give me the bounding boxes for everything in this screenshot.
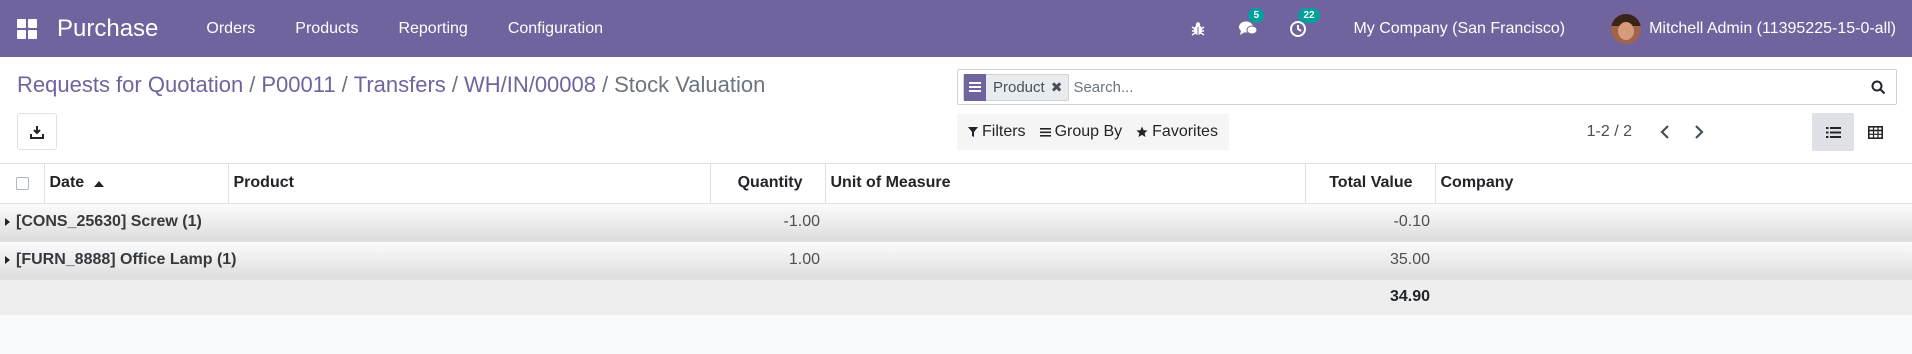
- column-header-company[interactable]: Company: [1435, 164, 1912, 204]
- footer-total-value: 34.90: [1389, 288, 1430, 306]
- filters-label: Filters: [982, 123, 1026, 140]
- apps-menu-icon[interactable]: [17, 18, 37, 39]
- group-company: [1435, 203, 1912, 242]
- group-row[interactable]: [CONS_25630] Screw (1) -1.00 -0.10: [0, 203, 1912, 242]
- pager-next-button[interactable]: [1682, 114, 1716, 150]
- breadcrumb-transfers[interactable]: Transfers: [354, 72, 446, 98]
- column-header-product[interactable]: Product: [228, 164, 711, 204]
- filter-icon: [968, 127, 978, 137]
- group-uom: [825, 203, 1305, 242]
- group-quantity: 1.00: [710, 241, 825, 280]
- caret-right-icon: [5, 255, 10, 264]
- activities-count-badge: 22: [1298, 7, 1320, 23]
- list-view-icon: [1825, 126, 1841, 138]
- favorites-label: Favorites: [1152, 123, 1218, 140]
- pager-previous-button[interactable]: [1648, 114, 1682, 150]
- view-switcher: [1812, 113, 1896, 151]
- group-total-value: 35.00: [1305, 241, 1435, 280]
- column-header-total-value[interactable]: Total Value: [1305, 164, 1436, 204]
- messages-count-badge: 5: [1248, 7, 1264, 23]
- menu-products[interactable]: Products: [275, 0, 378, 57]
- activities-clock-icon[interactable]: 22: [1286, 7, 1320, 41]
- download-button[interactable]: [17, 113, 57, 150]
- pivot-view-button[interactable]: [1854, 113, 1896, 151]
- top-navbar: Purchase Orders Products Reporting Confi…: [0, 0, 1912, 57]
- star-icon: [1136, 126, 1148, 137]
- facet-value: Product: [993, 78, 1045, 96]
- caret-right-icon: [5, 217, 10, 226]
- sort-ascending-icon: [93, 181, 104, 188]
- menu-reporting[interactable]: Reporting: [378, 0, 487, 57]
- group-uom: [825, 241, 1305, 280]
- stock-valuation-table: Date Product Quantity Unit of Measure To…: [0, 164, 1912, 315]
- user-menu[interactable]: Mitchell Admin (11395225-15-0-all): [1611, 13, 1896, 44]
- user-name: Mitchell Admin (11395225-15-0-all): [1649, 19, 1896, 37]
- filters-button[interactable]: Filters: [961, 114, 1033, 150]
- group-label: [CONS_25630] Screw (1): [16, 213, 202, 230]
- group-total-value: -0.10: [1305, 203, 1435, 242]
- messages-icon[interactable]: 5: [1236, 7, 1264, 41]
- breadcrumb-rfq[interactable]: Requests for Quotation: [17, 72, 243, 98]
- chevron-left-icon: [1660, 125, 1669, 139]
- pager: 1-2 / 2: [1587, 114, 1716, 150]
- column-header-date[interactable]: Date: [44, 164, 229, 204]
- group-by-list-icon: [1039, 128, 1051, 137]
- list-view-button[interactable]: [1812, 113, 1854, 151]
- group-label-cell: [CONS_25630] Screw (1): [0, 203, 710, 242]
- menu-orders[interactable]: Orders: [186, 0, 275, 57]
- search-options: Filters Group By Favorites: [957, 114, 1229, 150]
- control-panel: Requests for Quotation / P00011 / Transf…: [0, 57, 1912, 164]
- group-row[interactable]: [FURN_8888] Office Lamp (1) 1.00 35.00: [0, 241, 1912, 280]
- search-bar: Product ✖: [957, 69, 1897, 105]
- search-input[interactable]: [1073, 71, 1860, 103]
- breadcrumb-separator: /: [602, 72, 609, 97]
- page-title: Stock Valuation: [614, 72, 766, 97]
- group-by-icon: [964, 73, 986, 101]
- select-all-checkbox[interactable]: [16, 176, 29, 190]
- debug-bug-icon[interactable]: [1186, 17, 1210, 41]
- group-by-label: Group By: [1054, 123, 1123, 140]
- table-view-icon: [1867, 125, 1883, 139]
- group-quantity: -1.00: [710, 203, 825, 242]
- menu-configuration[interactable]: Configuration: [488, 0, 623, 57]
- breadcrumb-transfer[interactable]: WH/IN/00008: [464, 72, 596, 98]
- table-header: Date Product Quantity Unit of Measure To…: [0, 164, 1912, 204]
- chevron-right-icon: [1695, 125, 1704, 139]
- group-company: [1435, 241, 1912, 280]
- download-icon: [30, 125, 44, 139]
- select-all-header: [0, 164, 45, 204]
- column-label-date: Date: [49, 174, 85, 192]
- column-header-uom[interactable]: Unit of Measure: [825, 164, 1306, 204]
- avatar: [1611, 13, 1642, 44]
- breadcrumb: Requests for Quotation / P00011 / Transf…: [17, 72, 765, 98]
- group-label: [FURN_8888] Office Lamp (1): [16, 251, 237, 268]
- group-by-facet: Product ✖: [963, 73, 1070, 101]
- column-header-quantity[interactable]: Quantity: [710, 164, 826, 204]
- breadcrumb-separator: /: [341, 72, 348, 97]
- favorites-button[interactable]: Favorites: [1129, 114, 1225, 150]
- facet-remove-icon[interactable]: ✖: [1051, 79, 1069, 96]
- group-label-cell: [FURN_8888] Office Lamp (1): [0, 241, 710, 280]
- company-switcher[interactable]: My Company (San Francisco): [1353, 20, 1565, 38]
- table-footer: 34.90: [0, 279, 1912, 315]
- breadcrumb-separator: /: [451, 72, 458, 97]
- search-icon[interactable]: [1860, 69, 1896, 105]
- breadcrumb-order[interactable]: P00011: [261, 72, 335, 98]
- pager-value[interactable]: 1-2 / 2: [1587, 123, 1632, 141]
- breadcrumb-separator: /: [249, 72, 256, 97]
- app-name[interactable]: Purchase: [57, 15, 158, 43]
- group-by-button[interactable]: Group By: [1033, 114, 1130, 150]
